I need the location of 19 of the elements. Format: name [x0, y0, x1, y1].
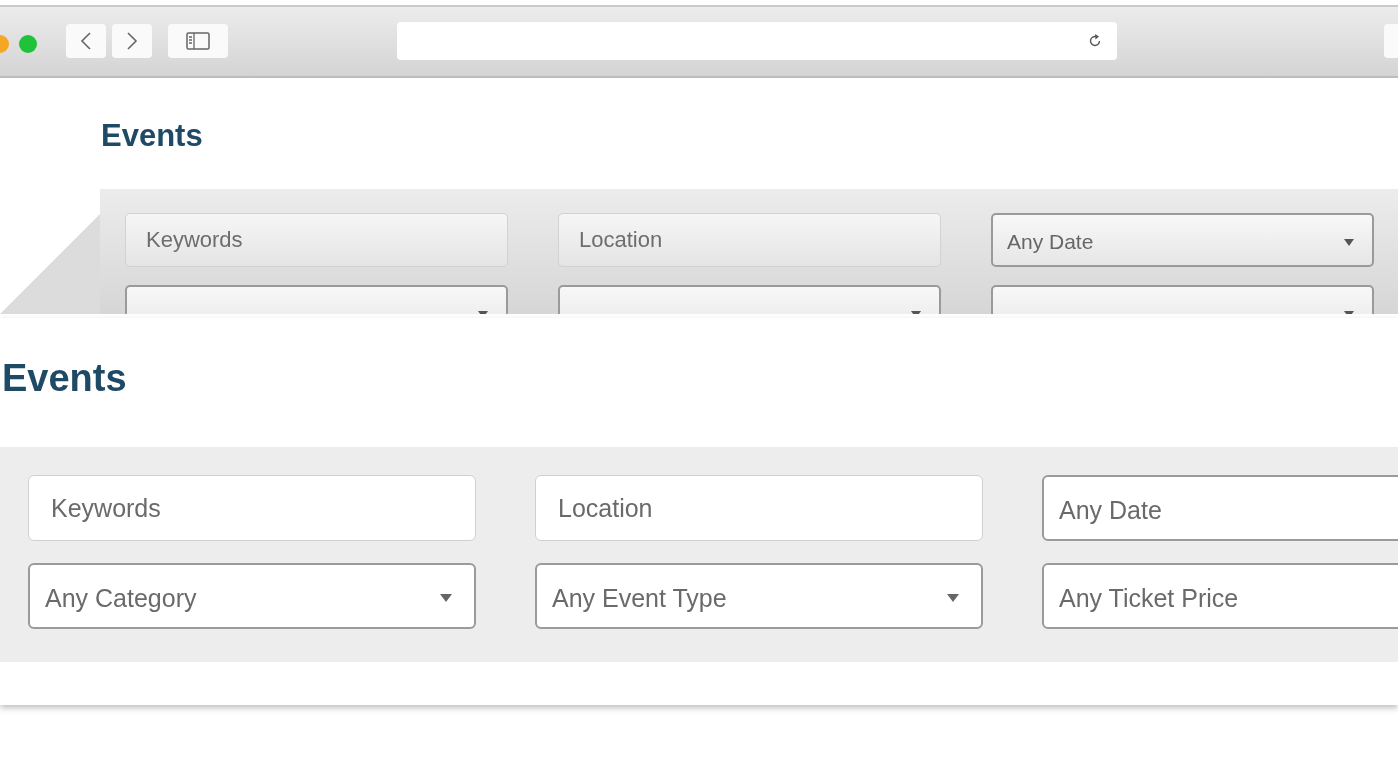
dropdown-field[interactable]: Any Event Type	[535, 563, 983, 629]
page-title: Events	[100, 117, 204, 151]
dropdown-field[interactable]: Any Category	[28, 563, 476, 629]
chevron-right-icon	[126, 31, 138, 51]
window-control-icon[interactable]	[19, 35, 37, 53]
dropdown-field[interactable]: Any Date	[991, 213, 1374, 267]
back-button[interactable]	[66, 24, 106, 58]
text-field[interactable]: Keywords	[28, 475, 476, 541]
dropdown-field[interactable]: Any Ticket Price	[1042, 563, 1398, 629]
chevron-left-icon	[80, 31, 92, 51]
reload-icon[interactable]	[1087, 33, 1103, 49]
text-field[interactable]: Location	[558, 213, 941, 267]
page-title: Events	[1, 356, 128, 401]
forward-button[interactable]	[112, 24, 152, 58]
dropdown-field[interactable]: Any Date	[1042, 475, 1398, 541]
sidebar-icon	[186, 32, 210, 50]
sidebar-button[interactable]	[168, 24, 228, 58]
text-field[interactable]: Keywords	[125, 213, 508, 267]
text-field[interactable]: Location	[535, 475, 983, 541]
